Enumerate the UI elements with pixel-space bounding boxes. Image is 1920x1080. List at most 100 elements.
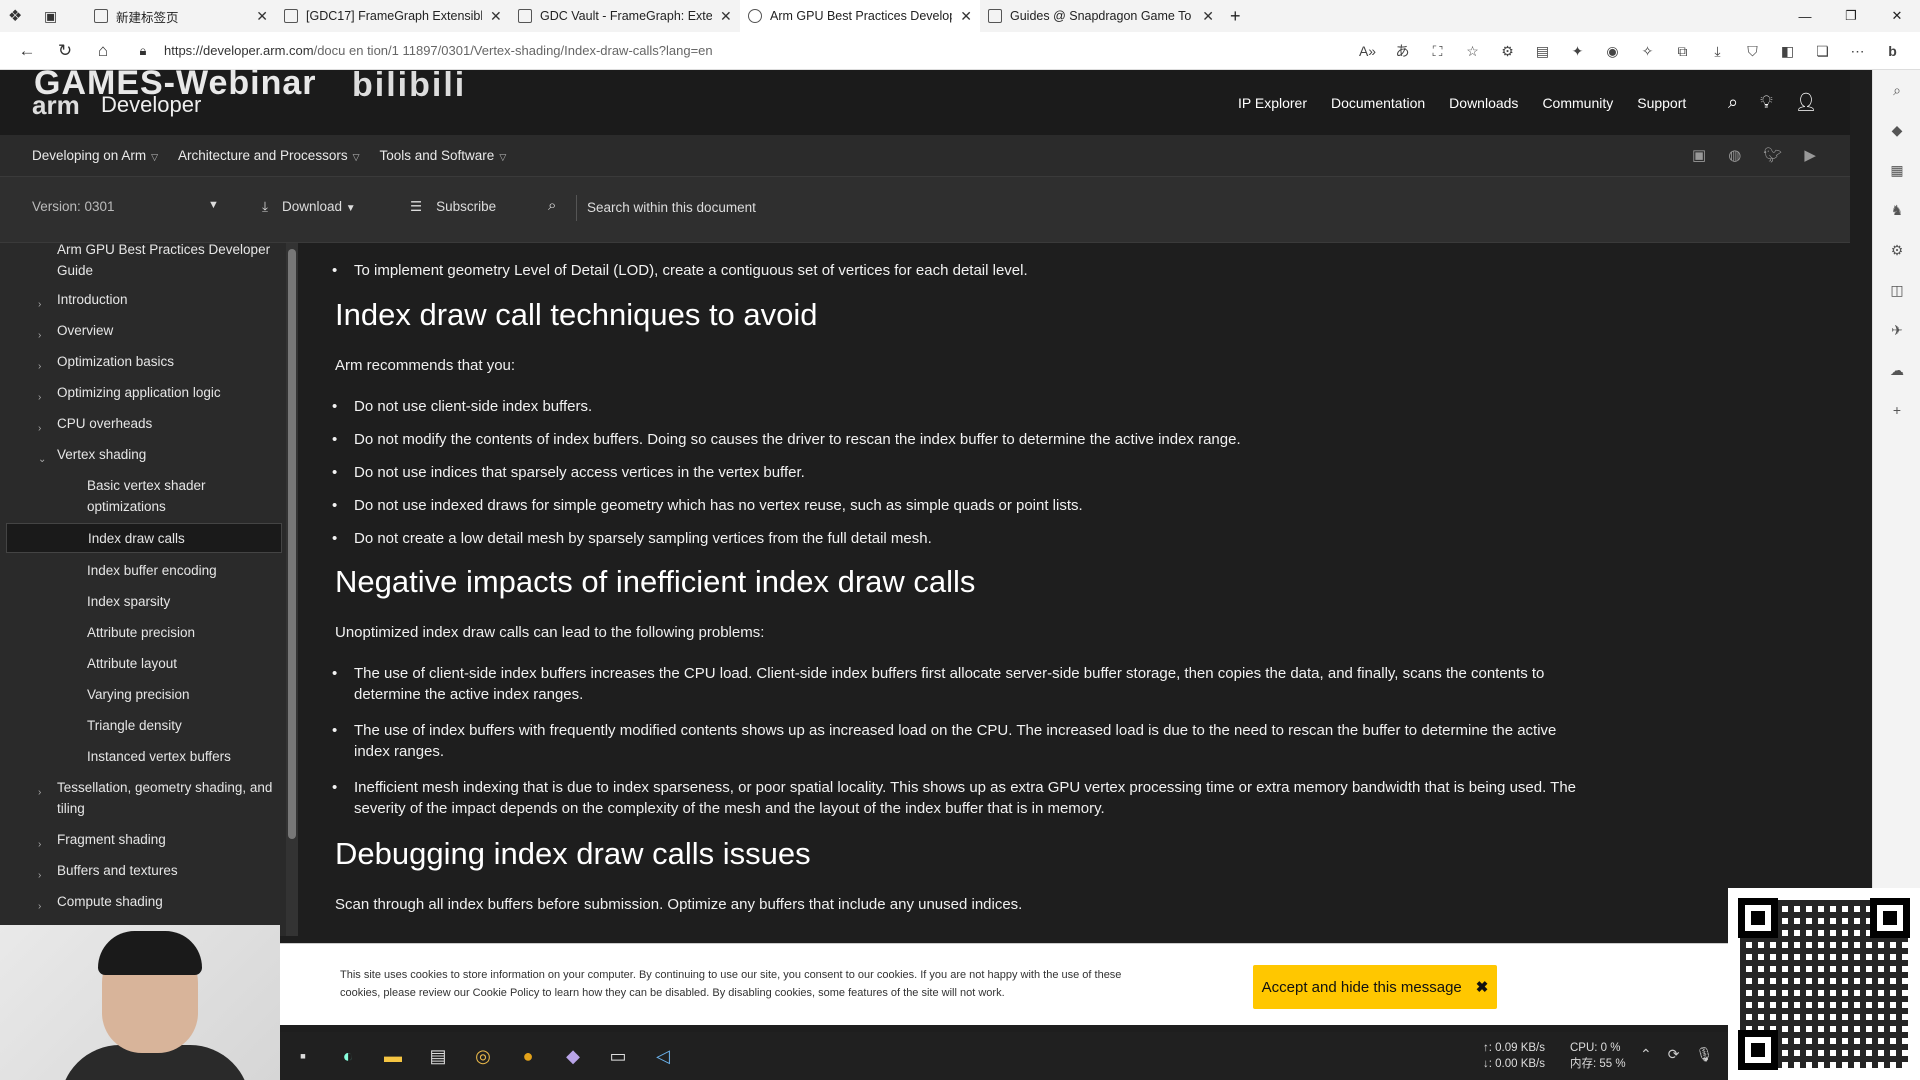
add-icon[interactable]: + <box>1873 390 1920 430</box>
more-icon[interactable]: ⋯ <box>1840 43 1875 60</box>
tab-new-tab[interactable]: 新建标签页 ✕ <box>86 0 276 32</box>
toc-triangle-density[interactable]: Triangle density <box>87 715 182 736</box>
toc-index-draw-calls[interactable]: Index draw calls <box>88 528 185 549</box>
back-icon[interactable]: ← <box>10 34 44 68</box>
chevron-up-icon[interactable]: ⌃ <box>1640 1046 1652 1063</box>
tag-icon[interactable]: ◆ <box>1873 110 1920 150</box>
send-icon[interactable]: ✈ <box>1873 310 1920 350</box>
translate-icon[interactable]: あ <box>1385 41 1420 61</box>
caret-down-icon[interactable]: ▼ <box>208 199 219 211</box>
toc-introduction[interactable]: Introduction <box>57 289 128 310</box>
app-icon[interactable]: ▤ <box>425 1042 451 1070</box>
toc-compute-shading[interactable]: Compute shading <box>57 891 163 912</box>
chevron-right-icon[interactable]: › <box>38 787 41 798</box>
chevron-right-icon[interactable]: › <box>38 361 41 372</box>
refresh-icon[interactable]: ↻ <box>48 34 82 68</box>
tab-snapdragon[interactable]: Guides @ Snapdragon Game To ✕ <box>980 0 1222 32</box>
terminal-icon[interactable]: ▭ <box>605 1042 631 1070</box>
search-icon[interactable]: ⌕ <box>1873 70 1920 110</box>
close-icon[interactable]: ✕ <box>1202 8 1214 25</box>
nav-support[interactable]: Support <box>1637 95 1686 111</box>
chevron-down-icon[interactable]: ⌄ <box>38 454 46 465</box>
toc-guide-title[interactable]: Arm GPU Best Practices Developer Guide <box>57 243 277 281</box>
home-icon[interactable]: ⌂ <box>86 34 120 68</box>
subnav-developing-on-arm[interactable]: Developing on Arm ▽ <box>32 148 158 163</box>
chevron-right-icon[interactable]: › <box>38 423 41 434</box>
close-icon[interactable]: ✕ <box>256 8 268 25</box>
read-aloud-icon[interactable]: A» <box>1350 43 1385 59</box>
user-icon[interactable]: 👤︎ <box>1795 92 1818 113</box>
toc-basic-vertex-shader[interactable]: Basic vertex shader optimizations <box>87 475 277 517</box>
toc-index-sparsity[interactable]: Index sparsity <box>87 591 170 612</box>
close-window-icon[interactable]: ✕ <box>1874 0 1920 32</box>
chevron-right-icon[interactable]: › <box>38 870 41 881</box>
tools-icon[interactable]: ⚙ <box>1873 230 1920 270</box>
toc-vertex-shading[interactable]: Vertex shading <box>57 444 146 465</box>
profile-icon[interactable]: ❖ <box>0 0 36 32</box>
restore-icon[interactable]: ❐ <box>1828 0 1874 32</box>
extensions-icon[interactable]: ✧ <box>1630 43 1665 60</box>
subnav-tools[interactable]: Tools and Software ▽ <box>380 148 507 163</box>
twitter-icon[interactable]: 🐦︎ <box>1763 146 1782 164</box>
nav-community[interactable]: Community <box>1542 95 1613 111</box>
youtube-icon[interactable]: ▶ <box>1804 146 1816 164</box>
nav-documentation[interactable]: Documentation <box>1331 95 1425 111</box>
file-explorer-icon[interactable]: ▬ <box>380 1042 406 1070</box>
download-button[interactable]: ⤓ Download ▼ <box>262 199 356 215</box>
nav-ip-explorer[interactable]: IP Explorer <box>1238 95 1307 111</box>
accept-cookies-button[interactable]: Accept and hide this message ✖ <box>1253 965 1497 1009</box>
toc-tessellation[interactable]: Tessellation, geometry shading, and tili… <box>57 777 282 819</box>
toc-cpu-overheads[interactable]: CPU overheads <box>57 413 152 434</box>
sidebar-toggle-icon[interactable]: ◧ <box>1770 43 1805 60</box>
edge-icon[interactable]: ◐ <box>335 1042 361 1070</box>
toc-varying-precision[interactable]: Varying precision <box>87 684 190 705</box>
extension-new-icon[interactable]: ▤ <box>1525 43 1560 60</box>
chevron-right-icon[interactable]: › <box>38 330 41 341</box>
visual-studio-icon[interactable]: ◆ <box>560 1042 586 1070</box>
close-icon[interactable]: ✕ <box>720 8 732 25</box>
search-document-input[interactable]: Search within this document <box>576 195 756 221</box>
extension-icon[interactable]: ⚙ <box>1490 43 1525 60</box>
microphone-icon[interactable]: 🎙︎ <box>1695 1046 1713 1063</box>
toc-buffers-textures[interactable]: Buffers and textures <box>57 860 178 881</box>
toc-fragment-shading[interactable]: Fragment shading <box>57 829 166 850</box>
office-icon[interactable]: ◫ <box>1873 270 1920 310</box>
chevron-right-icon[interactable]: › <box>38 901 41 912</box>
chevron-right-icon[interactable]: › <box>38 839 41 850</box>
nav-downloads[interactable]: Downloads <box>1449 95 1518 111</box>
rss-icon[interactable]: ▣ <box>1692 146 1706 164</box>
sidebar-scrollbar[interactable] <box>286 243 298 936</box>
powerpoint-icon[interactable]: ● <box>515 1042 541 1070</box>
collections-icon[interactable]: ⧉ <box>1665 43 1700 60</box>
github-icon[interactable]: ◍ <box>1728 146 1741 164</box>
new-tab-button[interactable]: + <box>1222 0 1252 32</box>
toc-attribute-layout[interactable]: Attribute layout <box>87 653 177 674</box>
toc-instanced-vertex-buffers[interactable]: Instanced vertex buffers <box>87 746 231 767</box>
search-icon[interactable]: ⌕ <box>1728 92 1738 113</box>
minimize-icon[interactable]: — <box>1782 0 1828 32</box>
toc-attribute-precision[interactable]: Attribute precision <box>87 622 195 643</box>
subscribe-button[interactable]: ☰ Subscribe <box>410 199 496 215</box>
version-select[interactable]: Version: 0301 <box>32 199 115 214</box>
download-icon[interactable]: ⤓ <box>1700 43 1735 60</box>
url-field[interactable]: https://developer.arm.com/docu en tion/1… <box>164 43 713 58</box>
start-icon[interactable]: ▪ <box>290 1042 316 1070</box>
lightbulb-icon[interactable]: 💡︎ <box>1760 92 1773 113</box>
briefcase-icon[interactable]: ▦ <box>1873 150 1920 190</box>
extension-bird-icon[interactable]: ✦ <box>1560 43 1595 60</box>
tab-gdc-vault[interactable]: GDC Vault - FrameGraph: Extensi ✕ <box>510 0 740 32</box>
favorite-icon[interactable]: ☆ <box>1455 43 1490 60</box>
toc-overview[interactable]: Overview <box>57 320 113 341</box>
toc-index-buffer-encoding[interactable]: Index buffer encoding <box>87 560 217 581</box>
split-screen-icon[interactable]: ⛶ <box>1420 43 1455 60</box>
tab-actions-icon[interactable]: ▣ <box>36 0 86 32</box>
toc-optimizing-application-logic[interactable]: Optimizing application logic <box>57 382 221 403</box>
subnav-architecture[interactable]: Architecture and Processors ▽ <box>178 148 360 163</box>
chrome-icon[interactable]: ◎ <box>470 1042 496 1070</box>
scrollbar-thumb[interactable] <box>288 249 296 839</box>
close-icon[interactable]: ✕ <box>490 8 502 25</box>
sync-icon[interactable]: ⟳ <box>1668 1046 1680 1063</box>
tab-framegraph[interactable]: [GDC17] FrameGraph Extensible ✕ <box>276 0 510 32</box>
close-icon[interactable]: ✕ <box>960 8 972 25</box>
copy-icon[interactable]: ❏ <box>1805 43 1840 60</box>
